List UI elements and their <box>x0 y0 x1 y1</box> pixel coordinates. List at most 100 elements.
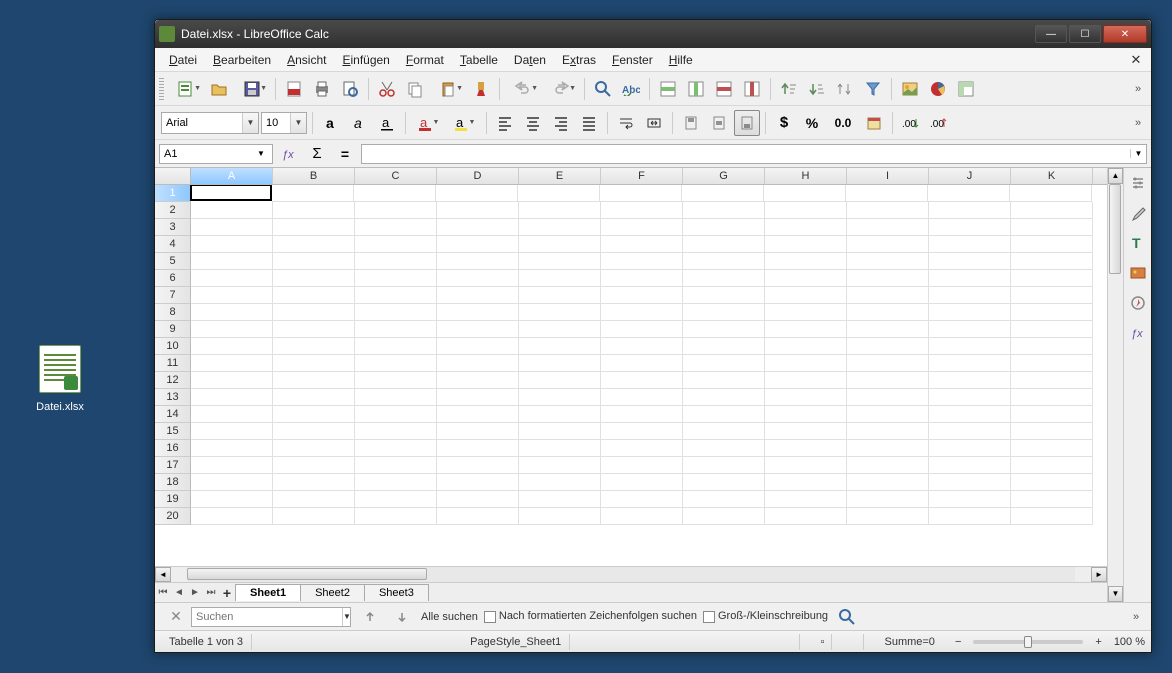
cell-E6[interactable] <box>519 270 601 287</box>
cell-B3[interactable] <box>273 219 355 236</box>
row-header-1[interactable]: 1 <box>155 185 191 202</box>
cell-I10[interactable] <box>847 338 929 355</box>
row-header-18[interactable]: 18 <box>155 474 191 491</box>
name-box[interactable]: ▼ <box>159 144 273 164</box>
menu-fenster[interactable]: Fenster <box>604 50 661 70</box>
cell-I12[interactable] <box>847 372 929 389</box>
cell-G4[interactable] <box>683 236 765 253</box>
cell-D3[interactable] <box>437 219 519 236</box>
toolbar-overflow-button[interactable]: » <box>1129 117 1147 129</box>
status-signature[interactable] <box>844 634 864 650</box>
find-next-button[interactable] <box>389 604 415 630</box>
zoom-out-button[interactable]: − <box>955 636 961 648</box>
cell-D2[interactable] <box>437 202 519 219</box>
row-header-9[interactable]: 9 <box>155 321 191 338</box>
row-header-16[interactable]: 16 <box>155 440 191 457</box>
align-justify-button[interactable] <box>576 110 602 136</box>
cell-G14[interactable] <box>683 406 765 423</box>
cell-J15[interactable] <box>929 423 1011 440</box>
cell-B5[interactable] <box>273 253 355 270</box>
cell-K4[interactable] <box>1011 236 1093 253</box>
cell-J5[interactable] <box>929 253 1011 270</box>
menu-tabelle[interactable]: Tabelle <box>452 50 506 70</box>
sidebar-navigator-icon[interactable] <box>1127 292 1149 314</box>
row-header-4[interactable]: 4 <box>155 236 191 253</box>
menu-hilfe[interactable]: Hilfe <box>661 50 701 70</box>
cell-E19[interactable] <box>519 491 601 508</box>
cell-F10[interactable] <box>601 338 683 355</box>
close-findbar-button[interactable]: ✕ <box>167 608 185 625</box>
cell-E5[interactable] <box>519 253 601 270</box>
cell-D12[interactable] <box>437 372 519 389</box>
cell-D14[interactable] <box>437 406 519 423</box>
cell-E14[interactable] <box>519 406 601 423</box>
font-size-input[interactable] <box>262 117 290 129</box>
cell-E20[interactable] <box>519 508 601 525</box>
cell-D18[interactable] <box>437 474 519 491</box>
row-header-19[interactable]: 19 <box>155 491 191 508</box>
function-wizard-button[interactable]: ƒx <box>277 144 301 164</box>
percent-button[interactable]: % <box>799 110 825 136</box>
font-name-input[interactable] <box>162 117 242 129</box>
cell-C17[interactable] <box>355 457 437 474</box>
menu-format[interactable]: Format <box>398 50 452 70</box>
cell-A17[interactable] <box>191 457 273 474</box>
cell-E13[interactable] <box>519 389 601 406</box>
cell-J17[interactable] <box>929 457 1011 474</box>
format-paintbrush-button[interactable] <box>468 76 494 102</box>
cell-I8[interactable] <box>847 304 929 321</box>
bold-button[interactable]: a <box>318 110 344 136</box>
font-color-button[interactable]: a▼ <box>411 110 445 136</box>
find-and-replace-button[interactable] <box>834 604 860 630</box>
cell-F20[interactable] <box>601 508 683 525</box>
cell-I20[interactable] <box>847 508 929 525</box>
titlebar[interactable]: Datei.xlsx - LibreOffice Calc — ☐ ✕ <box>155 20 1151 48</box>
menu-einfuegen[interactable]: Einfügen <box>334 50 397 70</box>
merge-cells-button[interactable] <box>641 110 667 136</box>
copy-button[interactable] <box>402 76 428 102</box>
cell-G5[interactable] <box>683 253 765 270</box>
cell-grid[interactable]: 1234567891011121314151617181920 <box>155 185 1107 566</box>
find-formatted-checkbox[interactable]: Nach formatierten Zeichenfolgen suchen <box>484 610 697 622</box>
cell-H10[interactable] <box>765 338 847 355</box>
row-header-17[interactable]: 17 <box>155 457 191 474</box>
row-header-12[interactable]: 12 <box>155 372 191 389</box>
find-replace-button[interactable] <box>590 76 616 102</box>
column-header-E[interactable]: E <box>519 168 601 184</box>
select-all-corner[interactable] <box>155 168 191 184</box>
cell-A1[interactable] <box>190 185 272 201</box>
cell-C15[interactable] <box>355 423 437 440</box>
cell-K16[interactable] <box>1011 440 1093 457</box>
menu-extras[interactable]: Extras <box>554 50 604 70</box>
undo-button[interactable]: ▼ <box>505 76 541 102</box>
cell-E15[interactable] <box>519 423 601 440</box>
cell-F17[interactable] <box>601 457 683 474</box>
cell-K11[interactable] <box>1011 355 1093 372</box>
cell-J14[interactable] <box>929 406 1011 423</box>
cell-G18[interactable] <box>683 474 765 491</box>
cell-D8[interactable] <box>437 304 519 321</box>
sort-asc-button[interactable] <box>776 76 802 102</box>
cell-G15[interactable] <box>683 423 765 440</box>
sidebar-settings-icon[interactable] <box>1127 172 1149 194</box>
number-format-button[interactable]: 0.0 <box>827 110 859 136</box>
cell-G7[interactable] <box>683 287 765 304</box>
zoom-slider[interactable] <box>973 640 1083 644</box>
cell-F18[interactable] <box>601 474 683 491</box>
find-history-dropdown[interactable]: ▼ <box>342 608 351 626</box>
sort-button[interactable] <box>832 76 858 102</box>
cell-K1[interactable] <box>1010 185 1092 202</box>
cell-B20[interactable] <box>273 508 355 525</box>
cell-B4[interactable] <box>273 236 355 253</box>
cell-H17[interactable] <box>765 457 847 474</box>
cell-A8[interactable] <box>191 304 273 321</box>
row-header-8[interactable]: 8 <box>155 304 191 321</box>
vertical-scrollbar[interactable]: ▲ ▼ <box>1107 168 1123 602</box>
cell-E1[interactable] <box>518 185 600 202</box>
cell-K2[interactable] <box>1011 202 1093 219</box>
cell-F19[interactable] <box>601 491 683 508</box>
delete-column-button[interactable] <box>739 76 765 102</box>
scroll-left-button[interactable]: ◄ <box>155 567 171 582</box>
toolbar-grip[interactable] <box>159 78 164 100</box>
cell-E18[interactable] <box>519 474 601 491</box>
